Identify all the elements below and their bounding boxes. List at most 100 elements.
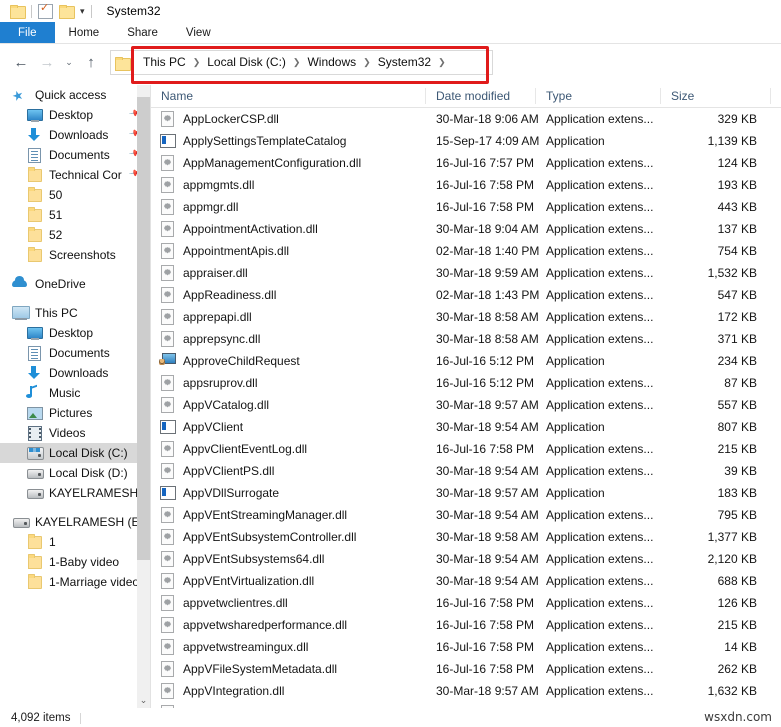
up-one-level-icon[interactable]: ↑ bbox=[78, 50, 104, 76]
navigation-pane-scrollbar[interactable]: ⌄ bbox=[137, 85, 150, 709]
file-size-cell: 557 KB bbox=[717, 398, 757, 412]
dll-file-icon bbox=[159, 111, 176, 127]
table-row[interactable]: AppvClientEventLog.dll 16-Jul-16 7:58 PM A… bbox=[151, 438, 781, 460]
table-row[interactable]: appvetwsharedperformance.dll 16-Jul-16 7:… bbox=[151, 614, 781, 636]
tab-file[interactable]: File bbox=[0, 22, 55, 43]
dll-file-icon bbox=[159, 243, 176, 259]
column-header-type[interactable]: Type bbox=[536, 88, 661, 104]
sidebar-item-quick-access[interactable]: ★ Quick access bbox=[0, 85, 150, 105]
back-icon[interactable]: ← bbox=[8, 50, 34, 76]
table-row[interactable]: appsruprov.dll 16-Jul-16 5:12 PM Applicati… bbox=[151, 372, 781, 394]
breadcrumb-local-disk-c[interactable]: Local Disk (C:) bbox=[201, 52, 292, 73]
sidebar-item-local-disk-c[interactable]: Local Disk (C:) bbox=[0, 443, 150, 463]
table-row[interactable]: AppVFileSystemMetadata.dll 16-Jul-16 7:58… bbox=[151, 658, 781, 680]
table-row[interactable]: AppVDllSurrogate 30-Mar-18 9:57 AM Applica… bbox=[151, 482, 781, 504]
file-name-cell: appsruprov.dll bbox=[151, 375, 426, 391]
file-size-cell: 547 KB bbox=[717, 288, 757, 302]
address-bar[interactable]: This PC ❯ Local Disk (C:) ❯ Windows ❯ Sy… bbox=[110, 50, 493, 75]
sidebar-item-this-pc[interactable]: This PC bbox=[0, 303, 150, 323]
new-folder-icon[interactable] bbox=[59, 5, 75, 19]
file-name-cell: AppointmentActivation.dll bbox=[151, 221, 426, 237]
sidebar-item-downloads[interactable]: Downloads bbox=[0, 363, 150, 383]
sidebar-item-1-marriage-video[interactable]: 1-Marriage video bbox=[0, 572, 150, 592]
folder-icon bbox=[26, 227, 44, 243]
breadcrumb-chevron-icon-4[interactable]: ❯ bbox=[437, 57, 447, 68]
table-row[interactable]: AppVEntSubsystems64.dll 30-Mar-18 9:54 AM… bbox=[151, 548, 781, 570]
table-row[interactable]: apprepsync.dll 30-Mar-18 8:58 AM Applicati… bbox=[151, 328, 781, 350]
download-arrow-icon bbox=[26, 127, 44, 143]
table-row[interactable]: AppManagementConfiguration.dll 16-Jul-16 … bbox=[151, 152, 781, 174]
column-header-size[interactable]: Size bbox=[661, 88, 771, 104]
table-row[interactable]: appmgr.dll 16-Jul-16 7:58 PM Application e… bbox=[151, 196, 781, 218]
table-row[interactable]: appmgmts.dll 16-Jul-16 7:58 PM Application… bbox=[151, 174, 781, 196]
properties-check-icon[interactable] bbox=[38, 2, 53, 19]
tab-home[interactable]: Home bbox=[55, 22, 114, 43]
file-name-label: AppVIntegration.dll bbox=[183, 684, 285, 698]
sidebar-item-videos[interactable]: Videos bbox=[0, 423, 150, 443]
table-row[interactable]: AppVClient 30-Mar-18 9:54 AM Application 80… bbox=[151, 416, 781, 438]
table-row[interactable]: appvetwclientres.dll 16-Jul-16 7:58 PM App… bbox=[151, 592, 781, 614]
file-name-label: appmgmts.dll bbox=[183, 178, 255, 192]
scroll-down-icon[interactable]: ⌄ bbox=[137, 692, 150, 709]
sidebar-item-52[interactable]: 52 bbox=[0, 225, 150, 245]
table-row[interactable]: AppVCatalog.dll 30-Mar-18 9:57 AM Applicat… bbox=[151, 394, 781, 416]
sidebar-item-1[interactable]: 1 bbox=[0, 532, 150, 552]
sidebar-item-music[interactable]: Music bbox=[0, 383, 150, 403]
tab-share[interactable]: Share bbox=[113, 22, 172, 43]
table-row[interactable]: AppVEntStreamingManager.dll 30-Mar-18 9:5… bbox=[151, 504, 781, 526]
forward-icon[interactable]: → bbox=[34, 50, 60, 76]
sidebar-item-kayelramesh[interactable]: KAYELRAMESH ( bbox=[0, 483, 150, 503]
table-row[interactable]: AppointmentApis.dll 02-Mar-18 1:40 PM Appl… bbox=[151, 240, 781, 262]
file-date-cell: 16-Jul-16 7:58 PM bbox=[436, 640, 535, 654]
table-row[interactable]: AppVIntegration.dll 30-Mar-18 9:57 AM Appl… bbox=[151, 680, 781, 702]
sidebar-item-kayelramesh-e[interactable]: KAYELRAMESH (E bbox=[0, 512, 150, 532]
customize-dropdown-icon[interactable]: ▾ bbox=[80, 6, 85, 16]
table-row[interactable]: ApplySettingsTemplateCatalog 15-Sep-17 4:… bbox=[151, 130, 781, 152]
breadcrumb-windows[interactable]: Windows bbox=[301, 52, 362, 73]
breadcrumb-system32[interactable]: System32 bbox=[372, 52, 437, 73]
sidebar-item-downloads[interactable]: Downloads 📌 bbox=[0, 125, 150, 145]
file-name-cell: AppVEntSubsystemController.dll bbox=[151, 529, 426, 545]
breadcrumb-chevron-icon-2[interactable]: ❯ bbox=[292, 57, 302, 68]
sidebar-item-1-baby-video[interactable]: 1-Baby video bbox=[0, 552, 150, 572]
column-header-name[interactable]: Name bbox=[151, 88, 426, 104]
dll-file-icon bbox=[159, 265, 176, 281]
file-date-cell: 16-Jul-16 5:12 PM bbox=[436, 376, 535, 390]
table-row[interactable]: appraiser.dll 30-Mar-18 9:59 AM Applicatio… bbox=[151, 262, 781, 284]
sidebar-item-screenshots[interactable]: Screenshots bbox=[0, 245, 150, 265]
breadcrumb-chevron-icon[interactable]: ❯ bbox=[192, 57, 202, 68]
file-size-cell: 1,377 KB bbox=[707, 530, 757, 544]
table-row[interactable]: apprepapi.dll 30-Mar-18 8:58 AM Applicatio… bbox=[151, 306, 781, 328]
sidebar-item-documents[interactable]: Documents bbox=[0, 343, 150, 363]
navigation-scrollbar-thumb[interactable] bbox=[137, 97, 150, 560]
sidebar-item-technical-cor[interactable]: Technical Cor 📌 bbox=[0, 165, 150, 185]
table-row[interactable]: appvetwstreamingux.dll 16-Jul-16 7:58 PM A… bbox=[151, 636, 781, 658]
sidebar-item-pictures[interactable]: Pictures bbox=[0, 403, 150, 423]
sidebar-item-onedrive[interactable]: OneDrive bbox=[0, 274, 150, 294]
sidebar-item-local-disk-d[interactable]: Local Disk (D:) bbox=[0, 463, 150, 483]
table-row[interactable]: AppReadiness.dll 02-Mar-18 1:43 PM Applica… bbox=[151, 284, 781, 306]
table-row[interactable]: AppVEntVirtualization.dll 30-Mar-18 9:54 … bbox=[151, 570, 781, 592]
breadcrumb-this-pc[interactable]: This PC bbox=[137, 52, 192, 73]
sidebar-item-documents[interactable]: Documents 📌 bbox=[0, 145, 150, 165]
table-row[interactable]: AppVEntSubsystemController.dll 30-Mar-18 … bbox=[151, 526, 781, 548]
sidebar-item-51[interactable]: 51 bbox=[0, 205, 150, 225]
tab-view[interactable]: View bbox=[172, 22, 225, 43]
drive-icon bbox=[26, 465, 44, 481]
table-row[interactable]: AppLockerCSP.dll 30-Mar-18 9:06 AM Applica… bbox=[151, 108, 781, 130]
sidebar-item-desktop[interactable]: Desktop bbox=[0, 323, 150, 343]
file-size-cell: 1,139 KB bbox=[707, 134, 757, 148]
table-row[interactable]: ApproveChildRequest 16-Jul-16 5:12 PM Appl… bbox=[151, 350, 781, 372]
recent-locations-icon[interactable]: ⌄ bbox=[60, 50, 78, 76]
file-name-cell: appmgmts.dll bbox=[151, 177, 426, 193]
status-bar: 4,092 items bbox=[0, 708, 781, 727]
file-name-cell: ApproveChildRequest bbox=[151, 353, 426, 369]
file-name-label: AppointmentActivation.dll bbox=[183, 222, 318, 236]
sidebar-item-desktop[interactable]: Desktop 📌 bbox=[0, 105, 150, 125]
column-header-date-modified[interactable]: Date modified bbox=[426, 88, 536, 104]
breadcrumb-chevron-icon-3[interactable]: ❯ bbox=[362, 57, 372, 68]
folder-properties-icon[interactable] bbox=[10, 5, 26, 19]
sidebar-item-50[interactable]: 50 bbox=[0, 185, 150, 205]
table-row[interactable]: AppVClientPS.dll 30-Mar-18 9:54 AM Applica… bbox=[151, 460, 781, 482]
table-row[interactable]: AppointmentActivation.dll 30-Mar-18 9:04 … bbox=[151, 218, 781, 240]
